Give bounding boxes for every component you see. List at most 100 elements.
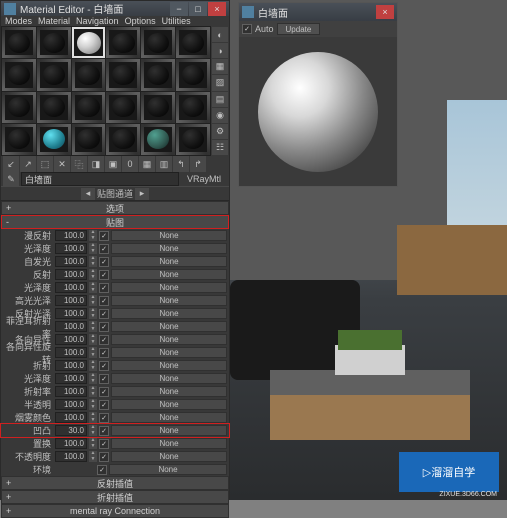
material-type-button[interactable]: VRayMtl	[181, 174, 227, 184]
map-amount-spinner[interactable]: 100.0	[55, 373, 87, 384]
prev-channel-button[interactable]: ◂	[81, 188, 95, 200]
map-amount-spinner[interactable]: 100.0	[55, 243, 87, 254]
map-slot-button[interactable]: None	[111, 256, 227, 267]
menu-utilities[interactable]: Utilities	[162, 16, 191, 26]
spinner-arrows[interactable]: ▲▼	[89, 425, 97, 436]
map-amount-spinner[interactable]: 30.0	[55, 425, 87, 436]
map-enable-checkbox[interactable]: ✓	[99, 426, 109, 436]
spinner-arrows[interactable]: ▲▼	[89, 386, 97, 397]
map-slot-button[interactable]: None	[111, 230, 227, 241]
map-enable-checkbox[interactable]: ✓	[99, 257, 109, 267]
map-slot-button[interactable]: None	[111, 360, 227, 371]
map-slot-button[interactable]: None	[111, 399, 227, 410]
map-slot-button[interactable]: None	[111, 386, 227, 397]
map-slot-button[interactable]: None	[111, 412, 227, 423]
map-enable-checkbox[interactable]: ✓	[99, 361, 109, 371]
sample-slot[interactable]	[176, 92, 210, 123]
spinner-arrows[interactable]: ▲▼	[89, 256, 97, 267]
options-button[interactable]: ⚙	[212, 124, 228, 139]
rollout-maps-header[interactable]: - 贴图	[1, 215, 229, 229]
spinner-arrows[interactable]: ▲▼	[89, 399, 97, 410]
map-amount-spinner[interactable]: 100.0	[55, 334, 87, 345]
spinner-arrows[interactable]: ▲▼	[89, 295, 97, 306]
sample-slot[interactable]	[106, 27, 140, 58]
maximize-button[interactable]: □	[189, 2, 207, 16]
map-slot-button[interactable]: None	[111, 269, 227, 280]
map-enable-checkbox[interactable]: ✓	[99, 452, 109, 462]
rollout-options-header[interactable]: + 选项	[1, 201, 229, 215]
map-amount-spinner[interactable]: 100.0	[55, 230, 87, 241]
pick-from-object-button[interactable]: ✎	[3, 172, 19, 186]
sample-slot[interactable]	[141, 27, 175, 58]
titlebar[interactable]: Material Editor - 白墙面 − □ ×	[1, 1, 229, 16]
sample-slot[interactable]	[106, 124, 140, 155]
map-amount-spinner[interactable]: 100.0	[55, 308, 87, 319]
sample-slot[interactable]	[2, 124, 36, 155]
map-amount-spinner[interactable]: 100.0	[55, 256, 87, 267]
material-name-input[interactable]	[21, 172, 179, 186]
material-id-button[interactable]: 0	[122, 156, 138, 172]
map-slot-button[interactable]: None	[111, 334, 227, 345]
preview-titlebar[interactable]: 白墙面 ×	[239, 3, 397, 21]
map-amount-spinner[interactable]: 100.0	[55, 412, 87, 423]
map-slot-button[interactable]: None	[111, 425, 227, 436]
rollout-refl-header[interactable]: + 反射插值	[1, 476, 229, 490]
preview-button[interactable]: ◉	[212, 108, 228, 123]
video-check-button[interactable]: ▤	[212, 92, 228, 107]
next-channel-button[interactable]: ▸	[135, 188, 149, 200]
menu-options[interactable]: Options	[125, 16, 156, 26]
select-by-mat-button[interactable]: ☷	[212, 140, 228, 155]
map-enable-checkbox[interactable]: ✓	[99, 335, 109, 345]
map-enable-checkbox[interactable]: ✓	[99, 322, 109, 332]
spinner-arrows[interactable]: ▲▼	[89, 451, 97, 462]
sample-type-button[interactable]: ◐	[212, 27, 228, 42]
map-enable-checkbox[interactable]: ✓	[99, 439, 109, 449]
map-slot-button[interactable]: None	[111, 243, 227, 254]
sample-slot[interactable]	[141, 92, 175, 123]
background-button[interactable]: ▦	[212, 59, 228, 74]
backlight-button[interactable]: ◑	[212, 43, 228, 58]
sample-slot[interactable]	[2, 59, 36, 90]
spinner-arrows[interactable]: ▲▼	[89, 347, 97, 358]
map-enable-checkbox[interactable]: ✓	[99, 400, 109, 410]
make-copy-button[interactable]: ⿻	[71, 156, 87, 172]
preview-close-button[interactable]: ×	[376, 5, 394, 19]
map-amount-spinner[interactable]: 100.0	[55, 438, 87, 449]
sample-slot[interactable]	[176, 124, 210, 155]
map-slot-button[interactable]: None	[111, 438, 227, 449]
map-enable-checkbox[interactable]: ✓	[99, 283, 109, 293]
close-button[interactable]: ×	[208, 2, 226, 16]
show-end-result-button[interactable]: ▥	[156, 156, 172, 172]
map-enable-checkbox[interactable]: ✓	[99, 244, 109, 254]
map-amount-spinner[interactable]: 100.0	[55, 360, 87, 371]
auto-checkbox[interactable]: ✓	[242, 24, 252, 34]
map-enable-checkbox[interactable]: ✓	[99, 387, 109, 397]
go-to-parent-button[interactable]: ↰	[173, 156, 189, 172]
map-enable-checkbox[interactable]: ✓	[99, 296, 109, 306]
menu-material[interactable]: Material	[38, 16, 70, 26]
assign-to-selection-button[interactable]: ⬚	[37, 156, 53, 172]
map-enable-checkbox[interactable]: ✓	[99, 413, 109, 423]
sample-slot[interactable]	[37, 124, 71, 155]
spinner-arrows[interactable]: ▲▼	[89, 321, 97, 332]
map-slot-button[interactable]: None	[111, 451, 227, 462]
map-enable-checkbox[interactable]: ✓	[99, 270, 109, 280]
preview-viewport[interactable]	[239, 37, 397, 186]
sample-uv-button[interactable]: ▨	[212, 75, 228, 90]
sample-slot[interactable]	[2, 92, 36, 123]
sample-slot[interactable]	[72, 92, 106, 123]
spinner-arrows[interactable]: ▲▼	[89, 282, 97, 293]
spinner-arrows[interactable]: ▲▼	[89, 373, 97, 384]
sample-slot[interactable]	[141, 59, 175, 90]
map-enable-checkbox[interactable]: ✓	[99, 374, 109, 384]
make-unique-button[interactable]: ◨	[88, 156, 104, 172]
get-material-button[interactable]: ↙	[3, 156, 19, 172]
rollout-refr-header[interactable]: + 折射插值	[1, 490, 229, 504]
map-slot-button[interactable]: None	[111, 308, 227, 319]
spinner-arrows[interactable]: ▲▼	[89, 308, 97, 319]
map-amount-spinner[interactable]: 100.0	[55, 386, 87, 397]
spinner-arrows[interactable]: ▲▼	[89, 269, 97, 280]
spinner-arrows[interactable]: ▲▼	[89, 360, 97, 371]
spinner-arrows[interactable]: ▲▼	[89, 412, 97, 423]
sample-slot[interactable]	[106, 92, 140, 123]
